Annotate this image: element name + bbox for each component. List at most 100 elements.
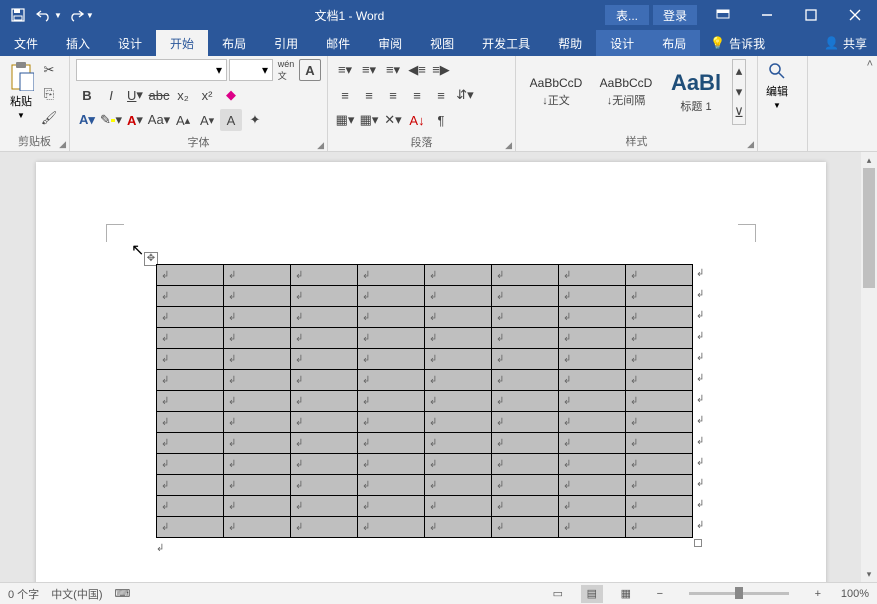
tab-mailings[interactable]: 邮件 — [312, 30, 364, 56]
table-cell[interactable]: ↲ — [425, 349, 492, 370]
tab-file[interactable]: 文件 — [0, 30, 52, 56]
table-cell[interactable]: ↲ — [492, 391, 559, 412]
table-cell[interactable]: ↲ — [425, 496, 492, 517]
table-cell[interactable]: ↲ — [157, 454, 224, 475]
undo-dropdown-icon[interactable]: ▼ — [54, 11, 62, 20]
table-cell[interactable]: ↲ — [224, 265, 291, 286]
decrease-indent-button[interactable]: ◀≡ — [406, 59, 428, 81]
table-cell[interactable]: ↲ — [157, 433, 224, 454]
phonetic-guide-button[interactable]: wén文 — [275, 59, 297, 81]
qat-customize-icon[interactable]: ▼ — [86, 11, 94, 20]
table-cell[interactable]: ↲ — [492, 475, 559, 496]
align-right-button[interactable]: ≡ — [382, 84, 404, 106]
print-layout-button[interactable]: ▤ — [581, 585, 603, 603]
table-cell[interactable]: ↲ — [559, 370, 626, 391]
table-cell[interactable]: ↲ — [492, 454, 559, 475]
table-cell[interactable]: ↲ — [358, 454, 425, 475]
table-cell[interactable]: ↲ — [157, 475, 224, 496]
table-cell[interactable]: ↲ — [224, 475, 291, 496]
font-launcher-icon[interactable]: ◢ — [317, 140, 324, 151]
styles-scroll-up-icon[interactable]: ▴ — [733, 60, 745, 81]
table-cell[interactable]: ↲ — [425, 391, 492, 412]
table-cell[interactable]: ↲ — [559, 286, 626, 307]
line-spacing-button[interactable]: ⇵▾ — [454, 84, 476, 106]
word-count[interactable]: 0 个字 — [8, 586, 39, 602]
strikethrough-button[interactable]: abc — [148, 84, 170, 106]
align-left-button[interactable]: ≡ — [334, 84, 356, 106]
zoom-out-button[interactable]: − — [649, 585, 671, 603]
table-cell[interactable]: ↲ — [559, 307, 626, 328]
table-cell[interactable]: ↲ — [358, 517, 425, 538]
table-cell[interactable]: ↲ — [425, 286, 492, 307]
tab-design[interactable]: 设计 — [104, 30, 156, 56]
format-painter-button[interactable]: 🖌 — [38, 107, 60, 129]
table-cell[interactable]: ↲ — [291, 349, 358, 370]
zoom-thumb[interactable] — [735, 587, 743, 599]
zoom-in-button[interactable]: + — [807, 585, 829, 603]
table-cell[interactable]: ↲ — [358, 412, 425, 433]
table-cell[interactable]: ↲ — [224, 307, 291, 328]
table-cell[interactable]: ↲ — [224, 412, 291, 433]
tell-me-button[interactable]: 💡告诉我 — [700, 30, 775, 56]
styles-scroll-down-icon[interactable]: ▾ — [733, 81, 745, 102]
table-cell[interactable]: ↲ — [224, 496, 291, 517]
styles-launcher-icon[interactable]: ◢ — [747, 139, 754, 150]
document-page[interactable]: ↖ ✥ ↲↲↲↲↲↲↲↲↲↲↲↲↲↲↲↲↲↲↲↲↲↲↲↲↲↲↲↲↲↲↲↲↲↲↲↲… — [36, 162, 826, 582]
highlight-button[interactable]: ✎▾ — [100, 109, 122, 131]
clipboard-launcher-icon[interactable]: ◢ — [59, 139, 66, 150]
table-cell[interactable]: ↲ — [224, 433, 291, 454]
table-cell[interactable]: ↲ — [626, 265, 693, 286]
table-cell[interactable]: ↲ — [492, 370, 559, 391]
table-cell[interactable]: ↲ — [358, 391, 425, 412]
clear-formatting-button[interactable]: ◆ — [220, 84, 242, 106]
table-cell[interactable]: ↲ — [291, 433, 358, 454]
ime-icon[interactable]: ⌨ — [115, 587, 131, 600]
table-cell[interactable]: ↲ — [291, 496, 358, 517]
tab-table-layout[interactable]: 布局 — [648, 30, 700, 56]
table-cell[interactable]: ↲ — [425, 454, 492, 475]
table-cell[interactable]: ↲ — [626, 433, 693, 454]
table-cell[interactable]: ↲ — [559, 349, 626, 370]
show-marks-button[interactable]: ¶ — [430, 109, 452, 131]
tab-references[interactable]: 引用 — [260, 30, 312, 56]
table-cell[interactable]: ↲ — [291, 286, 358, 307]
table-cell[interactable]: ↲ — [626, 349, 693, 370]
table-cell[interactable]: ↲ — [559, 328, 626, 349]
table-cell[interactable]: ↲ — [224, 328, 291, 349]
table-cell[interactable]: ↲ — [157, 286, 224, 307]
ribbon-options-icon[interactable] — [701, 0, 745, 30]
close-button[interactable] — [833, 0, 877, 30]
table-cell[interactable]: ↲ — [559, 265, 626, 286]
table-cell[interactable]: ↲ — [626, 517, 693, 538]
table-resize-handle[interactable] — [694, 539, 702, 547]
read-mode-button[interactable]: ▭ — [547, 585, 569, 603]
table-cell[interactable]: ↲ — [559, 454, 626, 475]
table-cell[interactable]: ↲ — [492, 433, 559, 454]
table-cell[interactable]: ↲ — [157, 370, 224, 391]
table-cell[interactable]: ↲ — [358, 328, 425, 349]
tab-devtools[interactable]: 开发工具 — [468, 30, 544, 56]
save-icon[interactable] — [6, 3, 30, 27]
table-cell[interactable]: ↲ — [291, 517, 358, 538]
table-cell[interactable]: ↲ — [425, 265, 492, 286]
table-cell[interactable]: ↲ — [425, 307, 492, 328]
table-cell[interactable]: ↲ — [425, 517, 492, 538]
redo-icon[interactable] — [64, 3, 88, 27]
share-button[interactable]: 👤共享 — [814, 30, 877, 56]
tab-review[interactable]: 审阅 — [364, 30, 416, 56]
table-cell[interactable]: ↲ — [291, 454, 358, 475]
scroll-down-icon[interactable]: ▾ — [861, 566, 877, 582]
table-cell[interactable]: ↲ — [358, 349, 425, 370]
superscript-button[interactable]: x² — [196, 84, 218, 106]
table-cell[interactable]: ↲ — [291, 370, 358, 391]
cut-button[interactable]: ✂ — [38, 59, 60, 81]
document-table[interactable]: ↲↲↲↲↲↲↲↲↲↲↲↲↲↲↲↲↲↲↲↲↲↲↲↲↲↲↲↲↲↲↲↲↲↲↲↲↲↲↲↲… — [156, 264, 693, 538]
zoom-level[interactable]: 100% — [841, 588, 869, 600]
tab-layout[interactable]: 布局 — [208, 30, 260, 56]
table-cell[interactable]: ↲ — [559, 391, 626, 412]
table-cell[interactable]: ↲ — [425, 370, 492, 391]
change-case-button[interactable]: Aa▾ — [148, 109, 170, 131]
table-cell[interactable]: ↲ — [157, 307, 224, 328]
table-cell[interactable]: ↲ — [626, 391, 693, 412]
table-cell[interactable]: ↲ — [291, 307, 358, 328]
